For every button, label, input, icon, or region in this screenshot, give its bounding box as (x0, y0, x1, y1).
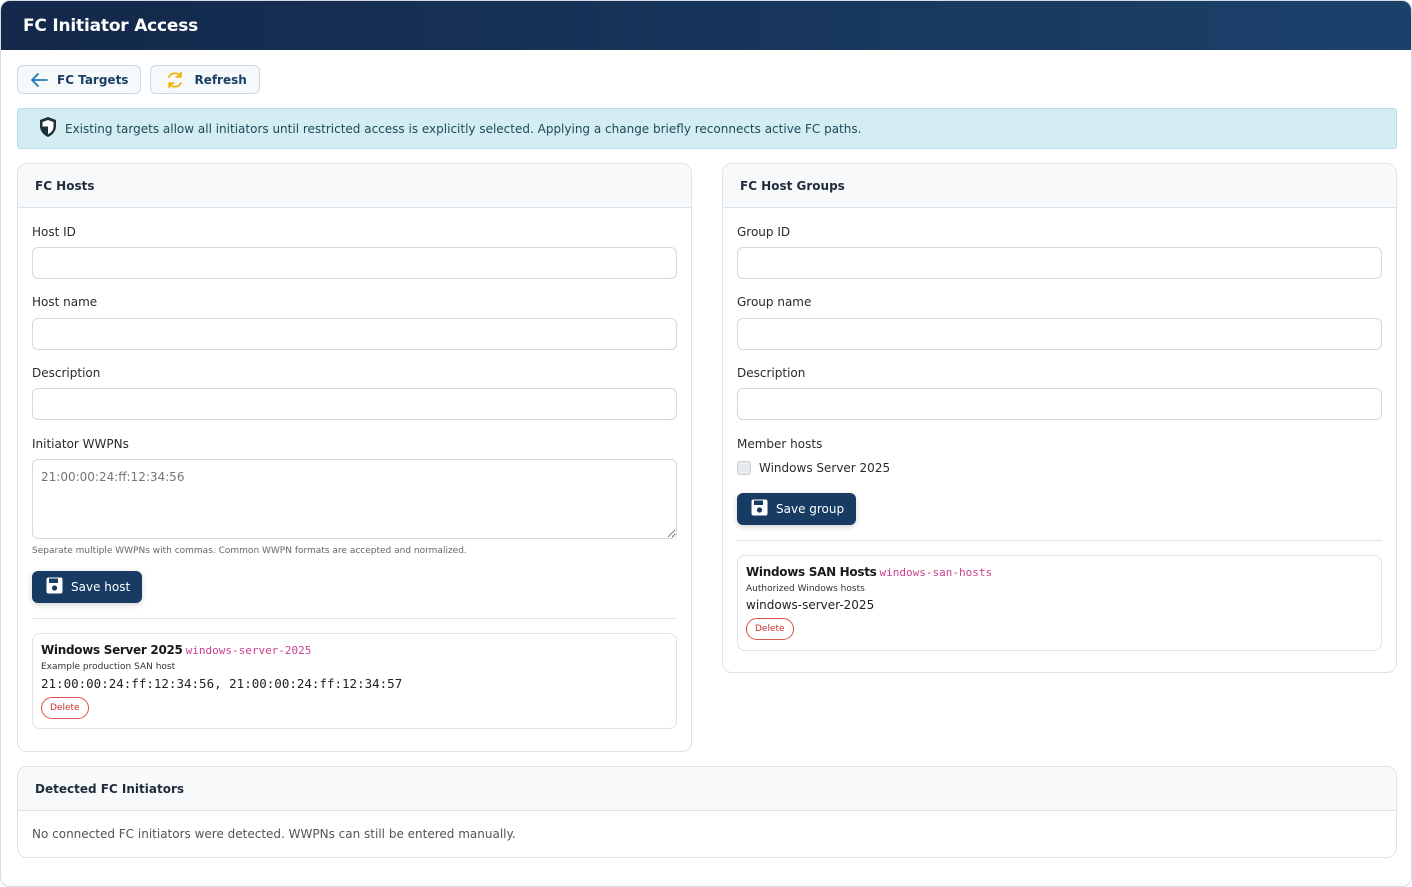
toolbar: FC Targets Refresh (17, 65, 260, 94)
host-item-name: Windows Server 2025 (41, 643, 183, 657)
groups-divider (737, 540, 1382, 541)
info-alert: Existing targets allow all initiators un… (17, 108, 1397, 149)
arrow-left-icon (30, 72, 48, 87)
fc-host-groups-card: FC Host Groups Group ID Group name Descr… (722, 163, 1397, 673)
group-name-label: Group name (737, 295, 812, 309)
back-button-label: FC Targets (57, 72, 129, 87)
refresh-button-label: Refresh (194, 72, 247, 87)
host-id-label: Host ID (32, 225, 76, 239)
refresh-button[interactable]: Refresh (150, 65, 260, 94)
group-item-title: Windows SAN Hosts windows-san-hosts (746, 565, 1373, 579)
detected-initiators-header: Detected FC Initiators (18, 767, 1396, 811)
wwpn-hint: Separate multiple WWPNs with commas. Com… (32, 546, 467, 556)
member-option-label: Windows Server 2025 (759, 461, 891, 475)
app-window: FC Initiator Access FC Targets Refresh E… (0, 0, 1412, 887)
initiator-wwpns-label: Initiator WWPNs (32, 437, 129, 451)
fc-hosts-card: FC Hosts Host ID Host name Description I… (17, 163, 692, 752)
group-item-members: windows-server-2025 (746, 598, 875, 612)
save-host-button[interactable]: Save host (32, 571, 143, 603)
host-name-input[interactable] (32, 318, 677, 350)
save-host-label: Save host (71, 580, 131, 594)
host-item-wwpns: 21:00:00:24:ff:12:34:56, 21:00:00:24:ff:… (41, 676, 403, 691)
host-item-description: Example production SAN host (41, 662, 176, 672)
hosts-divider (32, 618, 677, 619)
no-initiators-text: No connected FC initiators were detected… (32, 827, 516, 841)
detected-initiators-card: Detected FC Initiators No connected FC i… (17, 766, 1397, 858)
group-description-input[interactable] (737, 388, 1382, 420)
save-group-button[interactable]: Save group (737, 493, 857, 525)
member-option[interactable]: Windows Server 2025 (737, 461, 890, 475)
fc-host-groups-header: FC Host Groups (723, 164, 1396, 208)
shield-icon (38, 116, 58, 141)
floppy-disk-icon (46, 577, 63, 597)
host-item-id: windows-server-2025 (185, 644, 312, 657)
refresh-icon (165, 70, 185, 90)
host-description-input[interactable] (32, 388, 677, 420)
host-description-label: Description (32, 366, 101, 380)
host-name-label: Host name (32, 295, 98, 309)
host-id-input[interactable] (32, 247, 677, 279)
group-item-description: Authorized Windows hosts (746, 584, 865, 594)
group-item: Windows SAN Hosts windows-san-hosts Autho… (737, 555, 1382, 651)
group-name-input[interactable] (737, 318, 1382, 350)
initiator-wwpns-textarea[interactable] (32, 459, 677, 539)
page-title: FC Initiator Access (1, 1, 1411, 50)
host-item-title: Windows Server 2025 windows-server-2025 (41, 643, 668, 657)
member-checkbox[interactable] (737, 461, 751, 475)
group-item-name: Windows SAN Hosts (746, 565, 877, 579)
fc-hosts-header: FC Hosts (18, 164, 691, 208)
group-description-label: Description (737, 366, 806, 380)
delete-group-button[interactable]: Delete (746, 618, 794, 640)
host-item: Windows Server 2025 windows-server-2025 E… (32, 633, 677, 729)
back-to-fc-targets-button[interactable]: FC Targets (17, 65, 142, 94)
group-id-label: Group ID (737, 225, 791, 239)
group-item-id: windows-san-hosts (879, 566, 993, 579)
delete-host-button[interactable]: Delete (41, 697, 89, 719)
alert-text: Existing targets allow all initiators un… (65, 121, 862, 136)
save-group-label: Save group (776, 502, 845, 516)
group-id-input[interactable] (737, 247, 1382, 279)
floppy-disk-icon (751, 499, 768, 519)
member-hosts-label: Member hosts (737, 437, 823, 451)
